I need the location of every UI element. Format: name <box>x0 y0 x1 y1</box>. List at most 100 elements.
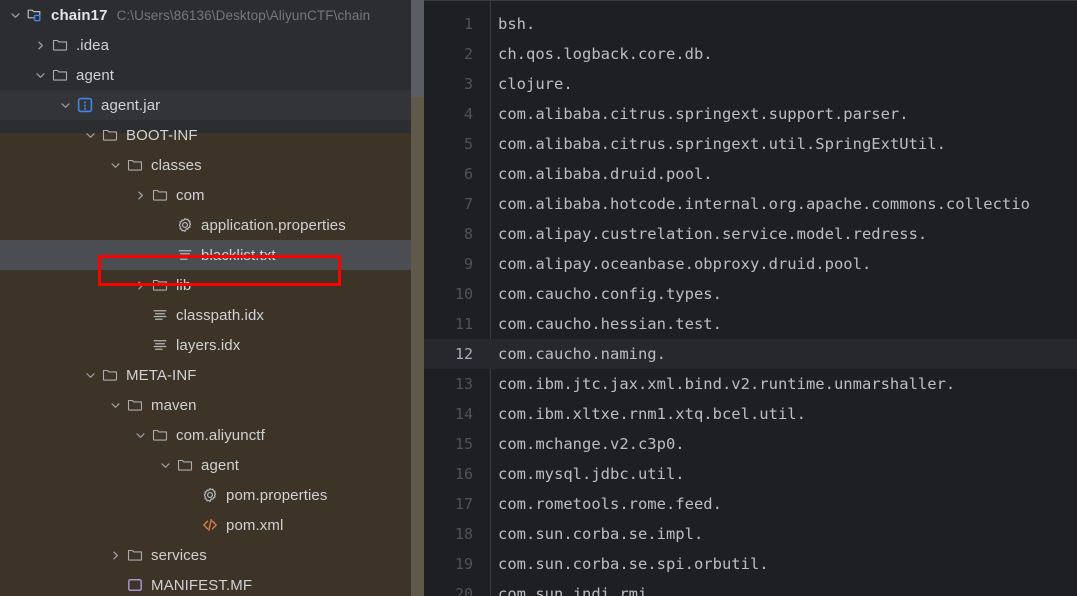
jar-archive-icon <box>76 96 94 114</box>
editor-line[interactable]: 6 com.alibaba.druid.pool. <box>424 159 1077 189</box>
tree-item-agent-jar[interactable]: agent.jar <box>0 90 424 120</box>
tree-item-classpath-idx[interactable]: classpath.idx <box>0 300 424 330</box>
line-text[interactable]: com.caucho.config.types. <box>490 279 1077 309</box>
chevron-down-icon[interactable] <box>108 398 123 413</box>
chevron-down-icon[interactable] <box>58 98 73 113</box>
line-text[interactable]: com.alipay.oceanbase.obproxy.druid.pool. <box>490 249 1077 279</box>
line-number: 1 <box>463 15 473 33</box>
editor-line[interactable]: 11 com.caucho.hessian.test. <box>424 309 1077 339</box>
line-number: 8 <box>463 225 473 243</box>
line-number: 16 <box>454 465 473 483</box>
sidebar-scrollbar-track-lower[interactable] <box>411 97 424 596</box>
tree-item-application-properties[interactable]: application.properties <box>0 210 424 240</box>
tree-item-maven[interactable]: maven <box>0 390 424 420</box>
folder-icon <box>101 366 119 384</box>
line-text[interactable]: com.sun.corba.se.impl. <box>490 519 1077 549</box>
chevron-down-icon[interactable] <box>33 68 48 83</box>
editor-line[interactable]: 4 com.alibaba.citrus.springext.support.pa… <box>424 99 1077 129</box>
chevron-down-icon[interactable] <box>133 428 148 443</box>
line-text[interactable]: com.caucho.naming. <box>490 339 1077 369</box>
line-text[interactable]: com.mchange.v2.c3p0. <box>490 429 1077 459</box>
chevron-right-icon[interactable] <box>133 278 148 293</box>
editor-line[interactable]: 7 com.alibaba.hotcode.internal.org.apache… <box>424 189 1077 219</box>
editor-line[interactable]: 1 bsh. <box>424 9 1077 39</box>
tree-item-layers-idx[interactable]: layers.idx <box>0 330 424 360</box>
editor-line[interactable]: 8 com.alipay.custrelation.service.model.r… <box>424 219 1077 249</box>
tree-item-boot-inf[interactable]: BOOT-INF <box>0 120 424 150</box>
tree-item-blacklist-txt[interactable]: blacklist.txt <box>0 240 424 270</box>
project-tree[interactable]: chain17 C:\Users\86136\Desktop\AliyunCTF\… <box>0 0 424 596</box>
editor-line[interactable]: 19 com.sun.corba.se.spi.orbutil. <box>424 549 1077 579</box>
line-text[interactable]: com.mysql.jdbc.util. <box>490 459 1077 489</box>
project-path-label: C:\Users\86136\Desktop\AliyunCTF\chain <box>116 7 371 23</box>
tree-item-label: blacklist.txt <box>201 246 276 264</box>
chevron-down-icon[interactable] <box>83 128 98 143</box>
editor-line[interactable]: 20 com.sun.jndi.rmi. <box>424 579 1077 596</box>
properties-gear-icon <box>176 216 194 234</box>
line-number: 11 <box>454 315 473 333</box>
editor-line[interactable]: 16 com.mysql.jdbc.util. <box>424 459 1077 489</box>
line-text[interactable]: clojure. <box>490 69 1077 99</box>
chevron-down-icon[interactable] <box>8 8 23 23</box>
tree-item-com-aliyunctf[interactable]: com.aliyunctf <box>0 420 424 450</box>
line-text[interactable]: com.alipay.custrelation.service.model.re… <box>490 219 1077 249</box>
chevron-down-icon[interactable] <box>158 458 173 473</box>
chevron-right-icon[interactable] <box>108 548 123 563</box>
chevron-right-icon[interactable] <box>33 38 48 53</box>
chevron-right-icon[interactable] <box>133 188 148 203</box>
sidebar-scrollbar-thumb[interactable] <box>411 0 424 97</box>
line-number: 5 <box>463 135 473 153</box>
line-text[interactable]: com.sun.jndi.rmi. <box>490 579 1077 596</box>
line-number: 20 <box>454 585 473 596</box>
tree-item-idea[interactable]: .idea <box>0 30 424 60</box>
line-text[interactable]: com.sun.corba.se.spi.orbutil. <box>490 549 1077 579</box>
editor-line[interactable]: 9 com.alipay.oceanbase.obproxy.druid.pool… <box>424 249 1077 279</box>
line-text[interactable]: com.ibm.jtc.jax.xml.bind.v2.runtime.unma… <box>490 369 1077 399</box>
line-text[interactable]: com.caucho.hessian.test. <box>490 309 1077 339</box>
tree-item-label: pom.xml <box>226 516 284 534</box>
text-editor[interactable]: 1 bsh. 2 ch.qos.logback.core.db. 3 clojure. 4 c… <box>424 0 1077 596</box>
editor-line[interactable]: 13 com.ibm.jtc.jax.xml.bind.v2.runtime.un… <box>424 369 1077 399</box>
line-text[interactable]: ch.qos.logback.core.db. <box>490 39 1077 69</box>
tree-item-label: agent <box>76 66 115 84</box>
editor-line[interactable]: 18 com.sun.corba.se.impl. <box>424 519 1077 549</box>
tree-item-services[interactable]: services <box>0 540 424 570</box>
tree-item-com[interactable]: com <box>0 180 424 210</box>
editor-line[interactable]: 17 com.rometools.rome.feed. <box>424 489 1077 519</box>
line-text[interactable]: com.alibaba.citrus.springext.support.par… <box>490 99 1077 129</box>
editor-lines[interactable]: 1 bsh. 2 ch.qos.logback.core.db. 3 clojure. 4 c… <box>424 9 1077 596</box>
line-text[interactable]: com.ibm.xltxe.rnm1.xtq.bcel.util. <box>490 399 1077 429</box>
tree-item-pom-xml[interactable]: pom.xml <box>0 510 424 540</box>
tree-item-classes[interactable]: classes <box>0 150 424 180</box>
line-text[interactable]: bsh. <box>490 9 1077 39</box>
editor-line[interactable]: 3 clojure. <box>424 69 1077 99</box>
editor-line[interactable]: 15 com.mchange.v2.c3p0. <box>424 429 1077 459</box>
tree-item-agent[interactable]: agent <box>0 60 424 90</box>
folder-icon <box>51 36 69 54</box>
folder-icon <box>151 276 169 294</box>
line-text[interactable]: com.alibaba.druid.pool. <box>490 159 1077 189</box>
line-text[interactable]: com.alibaba.hotcode.internal.org.apache.… <box>490 189 1077 219</box>
tree-item-pom-properties[interactable]: pom.properties <box>0 480 424 510</box>
chevron-placeholder <box>158 218 173 233</box>
editor-line[interactable]: 5 com.alibaba.citrus.springext.util.Sprin… <box>424 129 1077 159</box>
project-tree-panel[interactable]: chain17 C:\Users\86136\Desktop\AliyunCTF\… <box>0 0 424 596</box>
folder-icon <box>51 66 69 84</box>
tree-item-lib[interactable]: lib <box>0 270 424 300</box>
line-text[interactable]: com.rometools.rome.feed. <box>490 489 1077 519</box>
tree-item-label: application.properties <box>201 216 346 234</box>
editor-line[interactable]: 2 ch.qos.logback.core.db. <box>424 39 1077 69</box>
chevron-down-icon[interactable] <box>108 158 123 173</box>
tree-item-chain17[interactable]: chain17 C:\Users\86136\Desktop\AliyunCTF\… <box>0 0 424 30</box>
chevron-down-icon[interactable] <box>83 368 98 383</box>
editor-line[interactable]: 10 com.caucho.config.types. <box>424 279 1077 309</box>
tree-item-agent[interactable]: agent <box>0 450 424 480</box>
editor-line[interactable]: 12 com.caucho.naming. <box>424 339 1077 369</box>
ide-window: chain17 C:\Users\86136\Desktop\AliyunCTF\… <box>0 0 1077 596</box>
editor-line[interactable]: 14 com.ibm.xltxe.rnm1.xtq.bcel.util. <box>424 399 1077 429</box>
tree-item-meta-inf[interactable]: META-INF <box>0 360 424 390</box>
text-file-icon <box>151 306 169 324</box>
tree-item-manifest-mf[interactable]: MANIFEST.MF <box>0 570 424 596</box>
sidebar-scrollbar[interactable] <box>411 0 424 596</box>
line-text[interactable]: com.alibaba.citrus.springext.util.Spring… <box>490 129 1077 159</box>
